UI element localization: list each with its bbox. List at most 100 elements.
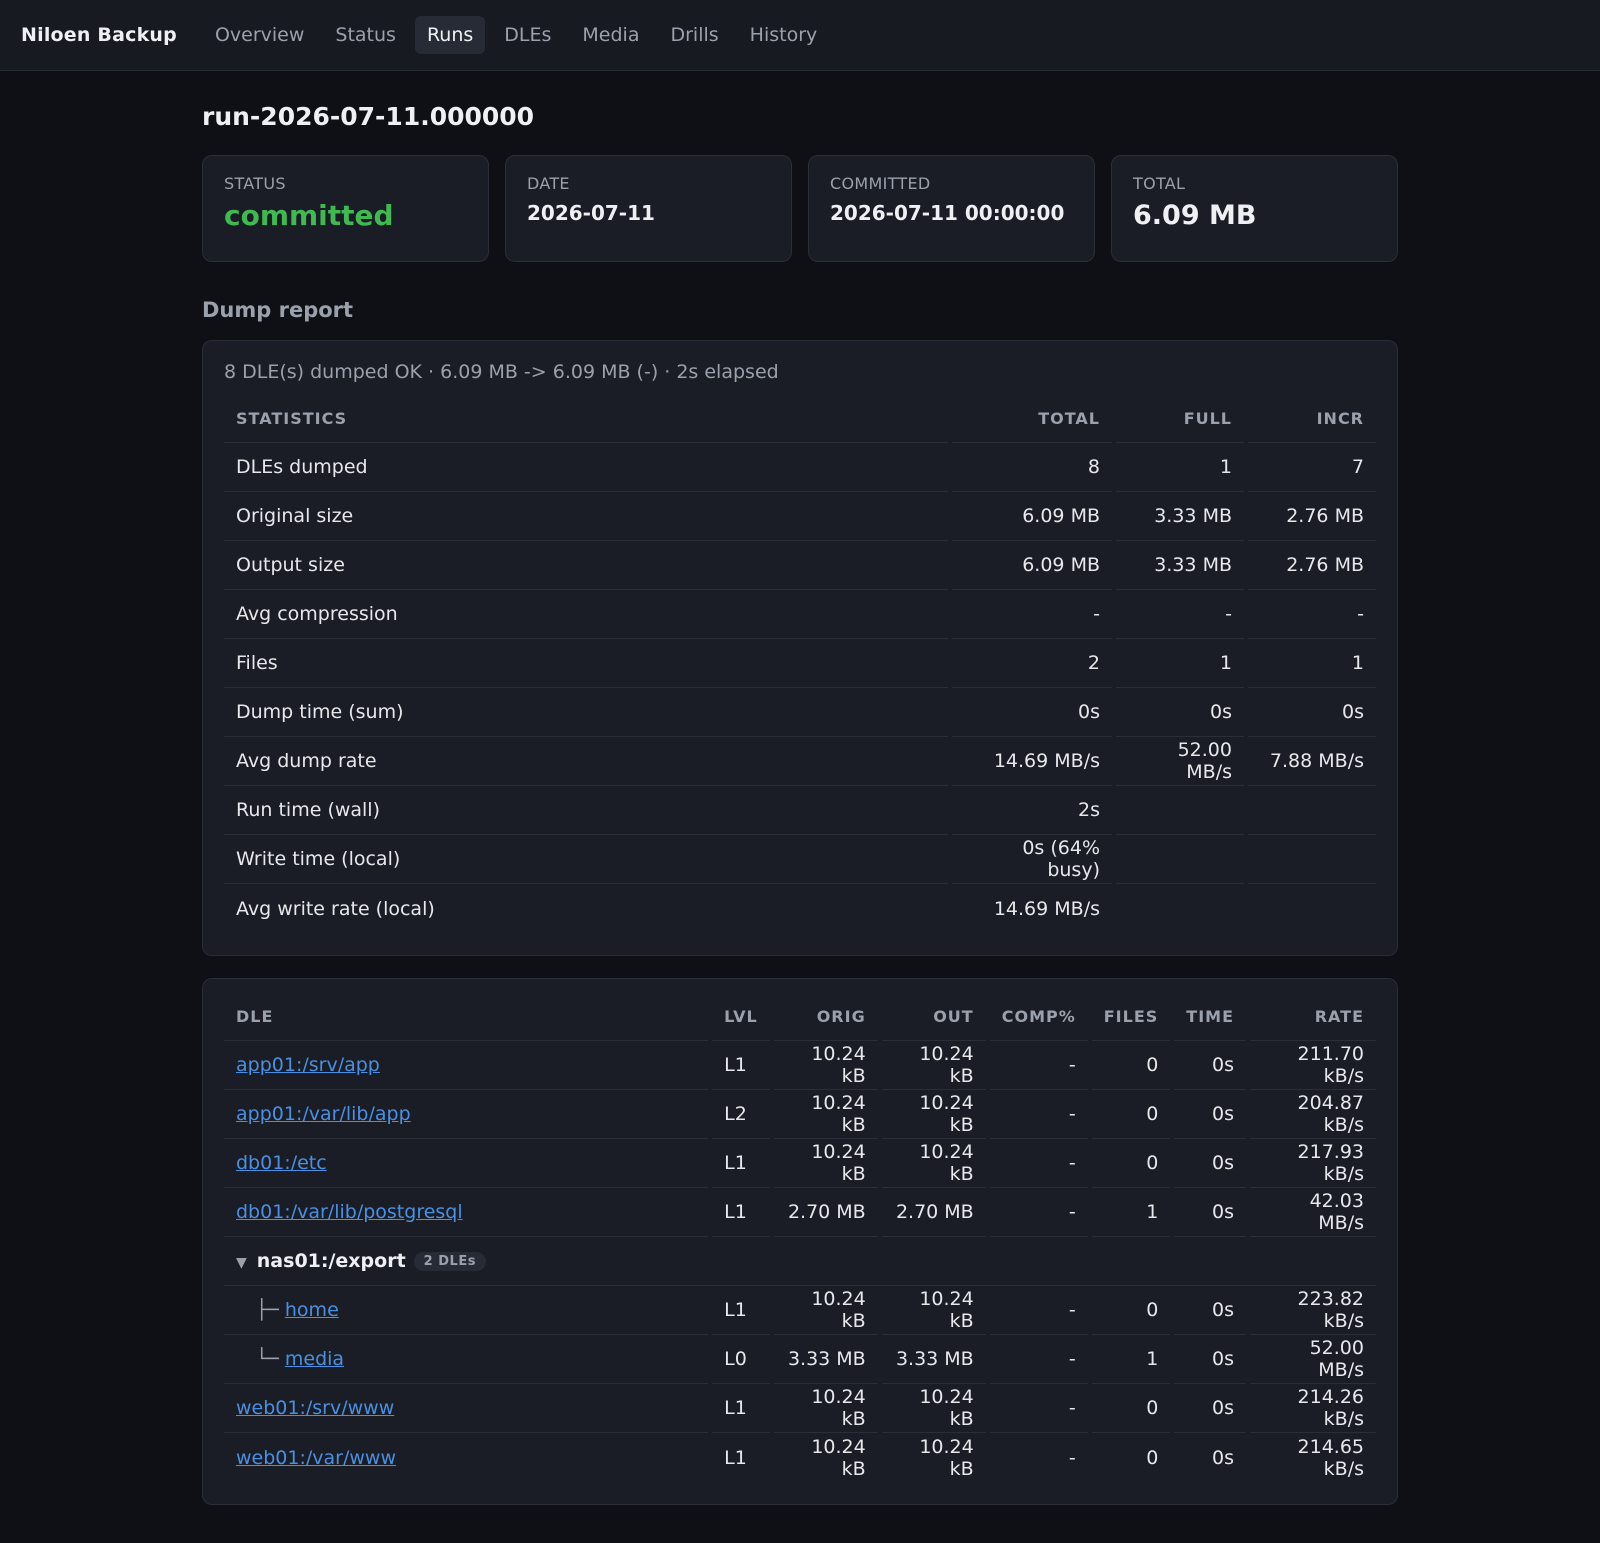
- dle-level: L1: [712, 1041, 770, 1090]
- dle-level: L1: [712, 1139, 770, 1188]
- stat-value: [1116, 835, 1244, 884]
- dle-level: L0: [712, 1335, 770, 1384]
- dle-orig: 10.24 kB: [773, 1041, 878, 1090]
- dle-link[interactable]: app01:/srv/app: [236, 1054, 380, 1076]
- dle-comp: -: [989, 1384, 1088, 1433]
- dle-rate: 223.82 kB/s: [1250, 1286, 1376, 1335]
- statistics-header-row: STATISTICS TOTAL FULL INCR: [224, 395, 1376, 443]
- dle-time: 0s: [1174, 1090, 1246, 1139]
- dle-comp: -: [989, 1090, 1088, 1139]
- stats-header-total: TOTAL: [952, 395, 1112, 443]
- dle-link[interactable]: db01:/etc: [236, 1152, 327, 1174]
- stat-value: 1: [1116, 639, 1244, 688]
- stat-value: -: [952, 590, 1112, 639]
- brand-logo[interactable]: Niloen Backup: [21, 24, 177, 46]
- dle-header-comp-pct: COMP%: [989, 993, 1088, 1041]
- stat-value: 14.69 MB/s: [952, 737, 1112, 786]
- date-card-label: DATE: [527, 174, 570, 193]
- tree-branch-icon: ├─: [256, 1299, 279, 1321]
- dle-name-cell: ├─ home: [224, 1286, 709, 1335]
- dle-name-cell: db01:/var/lib/postgresql: [224, 1188, 709, 1237]
- dle-time: 0s: [1174, 1041, 1246, 1090]
- chevron-down-icon[interactable]: ▼: [236, 1255, 247, 1271]
- stat-value: [1248, 786, 1376, 835]
- stat-value: -: [1116, 590, 1244, 639]
- table-row: app01:/srv/app L1 10.24 kB 10.24 kB -0 0s 211.…: [224, 1041, 1376, 1090]
- nav-item-dles[interactable]: DLEs: [492, 16, 563, 54]
- dle-link[interactable]: home: [285, 1299, 339, 1321]
- committed-card: COMMITTED 2026-07-11 00:00:00: [808, 155, 1095, 262]
- nav-item-drills[interactable]: Drills: [658, 16, 730, 54]
- table-row: Avg compression - - -: [224, 590, 1376, 639]
- stat-label: Write time (local): [224, 835, 948, 884]
- nav-item-status[interactable]: Status: [323, 16, 408, 54]
- stats-header-statistics: STATISTICS: [224, 395, 948, 443]
- stat-value: 0s: [1116, 688, 1244, 737]
- table-row: Avg write rate (local) 14.69 MB/s: [224, 884, 1376, 933]
- dle-rate: 204.87 kB/s: [1250, 1090, 1376, 1139]
- dle-name-cell: web01:/var/www: [224, 1433, 708, 1482]
- table-row: web01:/var/www L1 10.24 kB 10.24 kB - 0 0s 214.…: [224, 1433, 1376, 1482]
- stat-value: [1116, 884, 1244, 933]
- stat-value: 7: [1248, 443, 1376, 492]
- dle-files: 1: [1091, 1188, 1171, 1237]
- dle-link[interactable]: db01:/var/lib/postgresql: [236, 1201, 463, 1223]
- table-row: ├─ home L1 10.24 kB 10.24 kB -0 0s 223.82 kB/s: [224, 1286, 1376, 1335]
- dle-rate: 214.26 kB/s: [1250, 1384, 1376, 1433]
- nav-item-runs[interactable]: Runs: [414, 16, 486, 54]
- dle-rate: 214.65 kB/s: [1297, 1435, 1364, 1480]
- dle-name-cell: app01:/srv/app: [224, 1041, 709, 1090]
- stat-value: 14.69 MB/s: [993, 897, 1100, 920]
- nav-item-media[interactable]: Media: [570, 16, 651, 54]
- top-nav: Niloen Backup Overview Status Runs DLEs Medi…: [0, 0, 1600, 71]
- dle-name-cell: web01:/srv/www: [224, 1384, 709, 1433]
- total-card: TOTAL 6.09 MB: [1111, 155, 1398, 262]
- dle-time: 0s: [1174, 1188, 1246, 1237]
- dle-files: 0: [1091, 1139, 1171, 1188]
- nav-item-overview[interactable]: Overview: [203, 16, 316, 54]
- dle-orig: 10.24 kB: [773, 1090, 878, 1139]
- stat-label: Run time (wall): [224, 786, 948, 835]
- dle-out: 10.24 kB: [881, 1286, 986, 1335]
- dle-group-row[interactable]: ▼ nas01:/export 2 DLEs: [224, 1237, 1376, 1286]
- table-row: Run time (wall) 2s: [224, 786, 1376, 835]
- table-row: db01:/etc L1 10.24 kB 10.24 kB -0 0s 217.93 kB…: [224, 1139, 1376, 1188]
- stat-value: 3.33 MB: [1116, 492, 1244, 541]
- dle-link[interactable]: web01:/var/www: [236, 1447, 396, 1469]
- stat-label: Original size: [224, 492, 948, 541]
- stat-label: Dump time (sum): [224, 688, 948, 737]
- dle-link[interactable]: app01:/var/lib/app: [236, 1103, 411, 1125]
- committed-value: 2026-07-11 00:00:00: [830, 201, 1065, 225]
- dle-rate: 217.93 kB/s: [1250, 1139, 1376, 1188]
- dle-orig: 2.70 MB: [773, 1188, 878, 1237]
- table-row: └─ media L0 3.33 MB 3.33 MB -1 0s 52.00 MB/s: [224, 1335, 1376, 1384]
- stat-value: 6.09 MB: [952, 541, 1112, 590]
- dle-files: 0: [1091, 1384, 1171, 1433]
- stat-value: [1116, 786, 1244, 835]
- stat-value: 0s: [952, 688, 1112, 737]
- dle-header-out: OUT: [881, 993, 986, 1041]
- stat-label: Files: [224, 639, 948, 688]
- page-title: run-2026-07-11.000000: [202, 102, 535, 131]
- stat-value: 6.09 MB: [952, 492, 1112, 541]
- statistics-body: DLEs dumped 8 1 7 Original size 6.09 MB 3.33 M…: [224, 443, 1376, 933]
- stats-header-incr: INCR: [1248, 395, 1376, 443]
- table-row: web01:/srv/www L1 10.24 kB 10.24 kB -0 0s 214.…: [224, 1384, 1376, 1433]
- dle-files: 0: [1146, 1446, 1159, 1469]
- table-row: app01:/var/lib/app L2 10.24 kB 10.24 kB -0 0s…: [224, 1090, 1376, 1139]
- dle-files: 0: [1091, 1041, 1171, 1090]
- dump-report-panel: 8 DLE(s) dumped OK · 6.09 MB -> 6.09 MB …: [202, 340, 1398, 956]
- dle-name-cell: app01:/var/lib/app: [224, 1090, 709, 1139]
- dle-out: 10.24 kB: [881, 1090, 986, 1139]
- dle-link[interactable]: media: [285, 1348, 344, 1370]
- stat-value: 0s (64% busy): [952, 835, 1112, 884]
- date-card: DATE 2026-07-11: [505, 155, 792, 262]
- dle-header-orig: ORIG: [773, 993, 878, 1041]
- dle-link[interactable]: web01:/srv/www: [236, 1397, 394, 1419]
- dle-table: DLE LVL ORIG OUT COMP% FILES TIME RATE app01:/s…: [220, 993, 1380, 1482]
- stat-value: 1: [1248, 639, 1376, 688]
- nav-item-history[interactable]: History: [738, 16, 830, 54]
- stat-value: -: [1248, 590, 1376, 639]
- dle-level: L1: [712, 1384, 770, 1433]
- dle-time: 0s: [1174, 1139, 1246, 1188]
